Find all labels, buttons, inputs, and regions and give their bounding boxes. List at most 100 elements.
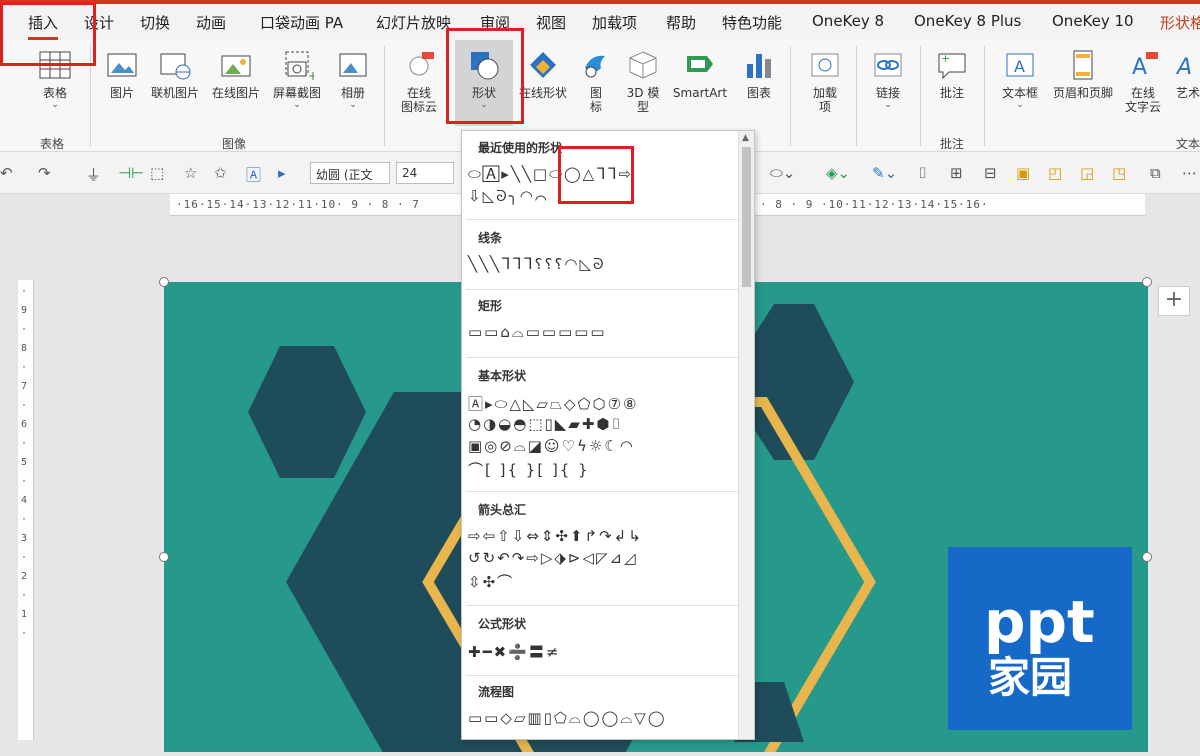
wordart-label: 艺术 [1175, 86, 1200, 100]
resize-handle[interactable] [159, 277, 169, 287]
shape-fill-icon[interactable]: ⬭⌄ [770, 164, 795, 182]
online-image-button[interactable]: 在线图片 [206, 48, 266, 100]
resize-handle[interactable] [159, 552, 169, 562]
ruler-left-marks: ·16·15·14·13·12·11·10· 9 · 8 · 7 [176, 198, 420, 211]
undo-icon[interactable]: ↶ [0, 164, 13, 182]
group-icon[interactable]: ▣ [1016, 164, 1030, 182]
tab-onekey8[interactable]: OneKey 8 [812, 12, 884, 30]
arrows-row-3[interactable]: ⇳✣⌒ [468, 571, 514, 592]
group-label-comments: 批注 [940, 137, 965, 151]
basic-shapes-row-4[interactable]: ⌒[ ]{ }[ ]{ } [468, 459, 590, 480]
comment-button[interactable]: + 批注 [928, 48, 976, 100]
screenshot-button[interactable]: + 屏幕截图 ⌄ [266, 48, 328, 110]
lines-row[interactable]: ╲╲╲ᒣᒣᒣ⸮⸮⸮◠◺ᘐ [468, 255, 606, 273]
link-button[interactable]: 链接 ⌄ [864, 48, 912, 110]
arrows-row-1[interactable]: ⇨⇦⇧⇩⇔⇕✣⬆↱↷↲↳ [468, 527, 643, 545]
play-box-icon[interactable]: ▸ [278, 164, 286, 182]
online-shapes-icon [530, 52, 556, 78]
scroll-thumb[interactable] [742, 147, 751, 287]
bring-front-icon[interactable]: ◰ [1048, 164, 1062, 182]
online-picture-button[interactable]: 联机图片 [144, 48, 206, 100]
text-a-icon[interactable]: 🄰 [246, 164, 261, 185]
send-back-icon[interactable]: ◲ [1080, 164, 1094, 182]
tab-help[interactable]: 帮助 [666, 12, 696, 33]
font-size-select[interactable]: 24 [396, 162, 454, 184]
recent-shapes-row-2[interactable]: ⇩◺ᘐ╮◠⌒ [468, 187, 549, 205]
header-footer-button[interactable]: 页眉和页脚 [1048, 48, 1118, 100]
scroll-up-icon[interactable]: ▲ [742, 133, 749, 143]
album-button[interactable]: 相册 ⌄ [330, 48, 376, 110]
textbox-button[interactable]: A 文本框 ⌄ [994, 48, 1046, 110]
logo-jiayuan-text: 家园 [988, 653, 1073, 702]
icon-cloud-icon [409, 52, 434, 76]
addins-button[interactable]: 加载 项 [800, 48, 850, 114]
icons-label-2: 标 [589, 100, 602, 114]
wordart-button[interactable]: A 艺术 [1168, 48, 1200, 100]
svg-text:+: + [308, 69, 314, 82]
icons-button[interactable]: 图 标 [576, 48, 616, 114]
rectangles-row[interactable]: ▭▭⌂⌓▭▭▭▭▭ [468, 323, 607, 341]
add-button[interactable]: + [1158, 286, 1190, 316]
group-label-text: 文本 [1176, 137, 1200, 151]
picture-button[interactable]: 图片 [100, 48, 144, 100]
equation-row[interactable]: ✚━✖➗〓≠ [468, 641, 560, 662]
tab-features[interactable]: 特色功能 [722, 12, 782, 33]
tab-view[interactable]: 视图 [536, 12, 566, 33]
cursor-box-icon[interactable]: ⬚ [150, 164, 164, 182]
gallery-scrollbar[interactable]: ▲ [738, 131, 754, 739]
crop-icon[interactable]: ⌷ [918, 164, 927, 182]
basic-shapes-row-2[interactable]: ◔◑◒◓⬚▯◣▰✚⬢⌷ [468, 415, 623, 433]
basic-shapes-row-1[interactable]: 🄰▸⬭△◺▱⏢◇⬠⬡⑦⑧ [468, 393, 639, 414]
svg-text:A: A [1132, 55, 1147, 80]
logo-ppt-text: ppt [984, 588, 1095, 656]
header-footer-icon [1073, 50, 1093, 80]
svg-text:+: + [941, 52, 950, 65]
redo-icon[interactable]: ↷ [38, 164, 51, 182]
album-label: 相册 [340, 86, 365, 100]
tab-onekey10[interactable]: OneKey 10 [1052, 12, 1134, 30]
3d-model-label-1: 3D 模 [626, 86, 660, 100]
tab-transitions[interactable]: 切换 [140, 12, 170, 33]
flowchart-row[interactable]: ▭▭◇▱▥▯⬠⌓◯◯⌓▽◯ [468, 709, 667, 727]
pin-icon[interactable]: ⏚ [86, 164, 101, 185]
chevron-down-icon: ⌄ [293, 100, 301, 110]
online-image-label: 在线图片 [211, 86, 260, 100]
tab-shape-format[interactable]: 形状格 [1160, 12, 1200, 33]
shape-insert-icon[interactable]: ⊣⊢ [118, 164, 144, 182]
smartart-button[interactable]: SmartArt [668, 48, 732, 100]
fill-color-icon[interactable]: ◈⌄ [826, 164, 850, 182]
pen-color-icon[interactable]: ✎⌄ [872, 164, 897, 182]
online-icons-button[interactable]: 在线 图标云 [392, 48, 446, 114]
tab-addins[interactable]: 加载项 [592, 12, 637, 33]
rotate-icon[interactable]: ◳ [1112, 164, 1126, 182]
word-cloud-button[interactable]: A 在线 文字云 [1118, 48, 1168, 114]
more-icon[interactable]: ⋯ [1182, 164, 1197, 182]
resize-handle[interactable] [1142, 277, 1152, 287]
divider [466, 357, 738, 358]
merge-icon[interactable]: ⧉ [1150, 164, 1161, 182]
group-label-table: 表格 [40, 137, 65, 151]
chart-label: 图表 [746, 86, 771, 100]
divider [466, 675, 738, 676]
icons-label-1: 图 [589, 86, 602, 100]
tab-slideshow[interactable]: 幻灯片放映 [376, 12, 451, 33]
star-outline-icon[interactable]: ✩ [214, 164, 227, 182]
smartart-label: SmartArt [672, 86, 728, 100]
cloud-picture-icon [221, 55, 251, 77]
vertical-ruler: ·9·8·7·6·5·4·3·2·1· [18, 280, 34, 740]
font-family-select[interactable]: 幼圆 (正文 [310, 162, 390, 184]
tab-animations[interactable]: 动画 [196, 12, 226, 33]
star-icon[interactable]: ☆ [184, 164, 197, 182]
divider [466, 289, 738, 290]
3d-model-button[interactable]: 3D 模 型 [620, 48, 666, 114]
arrows-row-2[interactable]: ↺↻↶↷⇨▷⬗⊳◁◸⊿◿ [468, 549, 638, 567]
tab-pocket-animation[interactable]: 口袋动画 PA [260, 12, 343, 33]
comment-icon: + [938, 52, 966, 80]
tab-onekey8plus[interactable]: OneKey 8 Plus [914, 12, 1021, 30]
resize-handle[interactable] [1142, 552, 1152, 562]
align-icon[interactable]: ⊞ [950, 164, 963, 182]
distribute-icon[interactable]: ⊟ [984, 164, 997, 182]
chart-button[interactable]: 图表 [736, 48, 782, 100]
divider [466, 491, 738, 492]
basic-shapes-row-3[interactable]: ▣◎⊘⌓◪☺♡ϟ☼☾◠ [468, 437, 635, 455]
